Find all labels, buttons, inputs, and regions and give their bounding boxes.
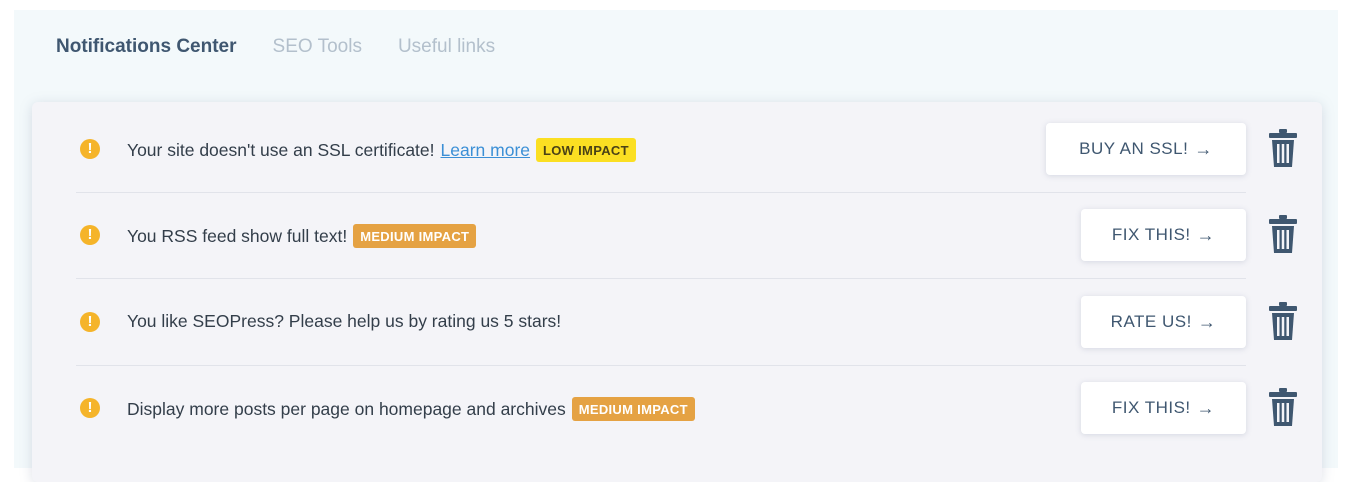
- warning-icon: !: [80, 139, 100, 159]
- rate-us-button[interactable]: RATE US! →: [1081, 296, 1246, 348]
- warning-icon: !: [80, 225, 100, 245]
- arrow-right-icon: →: [1197, 311, 1217, 332]
- notification-row: ! You RSS feed show full text! MEDIUM IM…: [76, 192, 1297, 279]
- tab-notifications-center[interactable]: Notifications Center: [56, 36, 237, 58]
- notifications-panel: Notifications Center SEO Tools Useful li…: [14, 10, 1338, 482]
- trash-icon[interactable]: [1268, 214, 1298, 254]
- trash-icon[interactable]: [1268, 387, 1298, 427]
- notification-row: ! Your site doesn't use an SSL certifica…: [76, 106, 1297, 193]
- trash-icon[interactable]: [1268, 301, 1298, 341]
- tab-bar: Notifications Center SEO Tools Useful li…: [56, 36, 531, 58]
- notification-row: ! Display more posts per page on homepag…: [76, 365, 1297, 451]
- warning-icon: !: [80, 398, 100, 418]
- buy-ssl-button[interactable]: BUY AN SSL! →: [1046, 123, 1246, 175]
- notification-message-container: You like SEOPress? Please help us by rat…: [127, 311, 561, 332]
- learn-more-link[interactable]: Learn more: [441, 140, 531, 161]
- tab-seo-tools[interactable]: SEO Tools: [273, 36, 362, 58]
- arrow-right-icon: →: [1196, 224, 1216, 245]
- warning-icon: !: [80, 312, 100, 332]
- tab-useful-links[interactable]: Useful links: [398, 36, 495, 58]
- notification-message: You RSS feed show full text!: [127, 225, 348, 246]
- notification-row: ! You like SEOPress? Please help us by r…: [76, 279, 1297, 366]
- rate-us-button-label: RATE US!: [1110, 312, 1192, 331]
- arrow-right-icon: →: [1196, 397, 1216, 418]
- fix-this-button[interactable]: FIX THIS! →: [1081, 209, 1246, 261]
- notification-message-container: You RSS feed show full text! MEDIUM IMPA…: [127, 224, 477, 248]
- impact-badge-medium: MEDIUM IMPACT: [571, 397, 695, 421]
- notification-message: Your site doesn't use an SSL certificate…: [127, 139, 435, 160]
- buy-ssl-button-label: BUY AN SSL!: [1079, 139, 1189, 158]
- fix-this-button-label: FIX THIS!: [1111, 225, 1191, 244]
- notifications-card: ! Your site doesn't use an SSL certifica…: [32, 102, 1322, 482]
- impact-badge-low: LOW IMPACT: [536, 138, 636, 162]
- notification-message: You like SEOPress? Please help us by rat…: [127, 311, 562, 331]
- impact-badge-medium: MEDIUM IMPACT: [353, 224, 477, 248]
- fix-this-button-label: FIX THIS!: [1111, 398, 1191, 417]
- arrow-right-icon: →: [1194, 138, 1213, 159]
- notification-message-container: Display more posts per page on homepage …: [127, 397, 695, 421]
- fix-this-button[interactable]: FIX THIS! →: [1081, 382, 1246, 434]
- trash-icon[interactable]: [1268, 128, 1298, 168]
- notification-message: Display more posts per page on homepage …: [127, 398, 566, 419]
- notification-message-container: Your site doesn't use an SSL certificate…: [127, 138, 636, 162]
